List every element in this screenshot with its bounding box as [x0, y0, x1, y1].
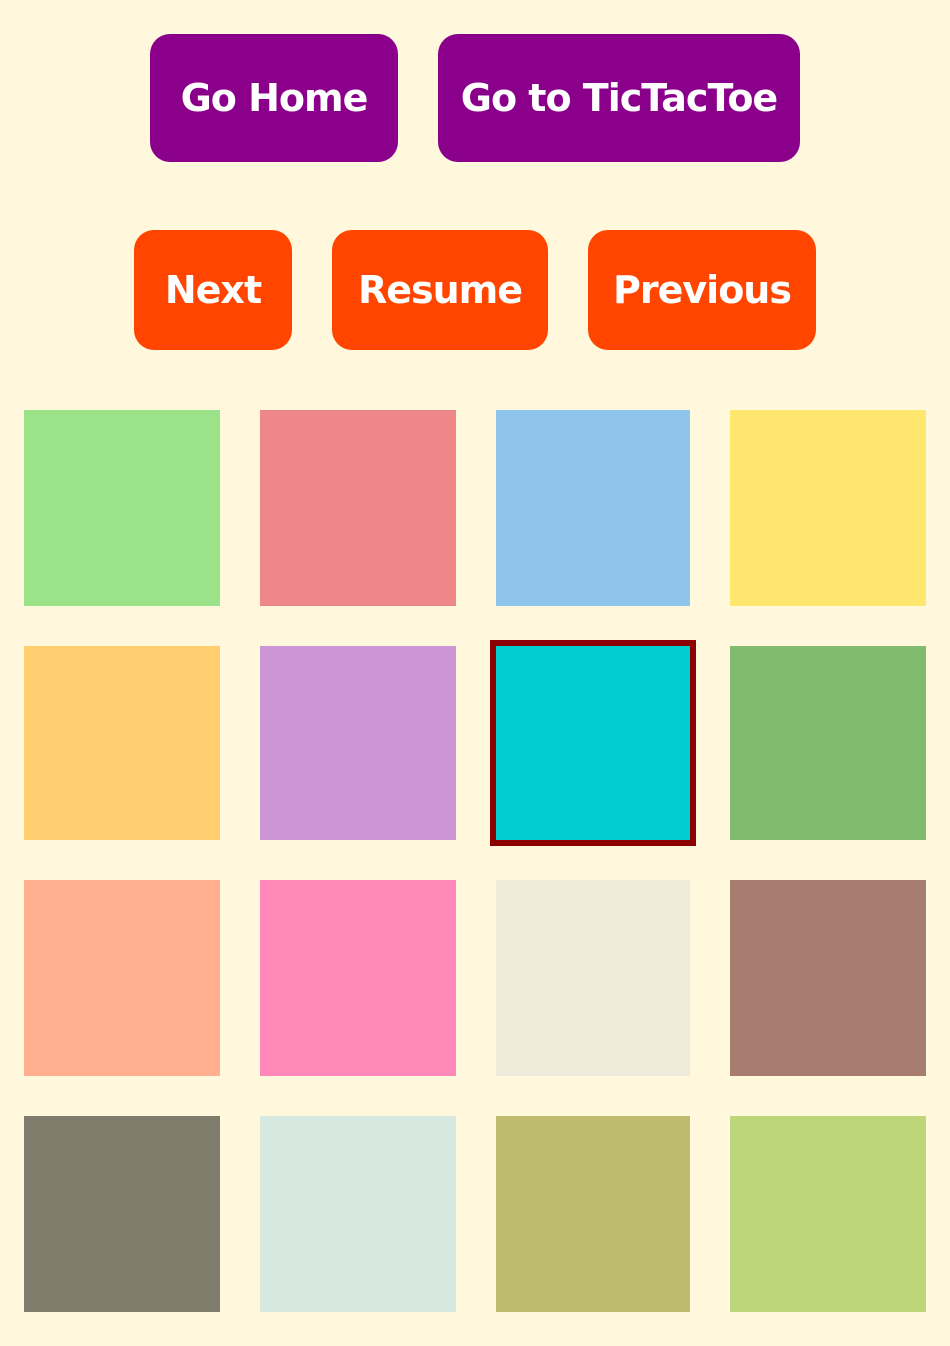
color-tile[interactable]	[730, 410, 926, 606]
go-to-tictactoe-button[interactable]: Go to TicTacToe	[438, 34, 800, 162]
next-button[interactable]: Next	[134, 230, 292, 350]
color-tile-selected[interactable]	[490, 640, 696, 846]
resume-button[interactable]: Resume	[332, 230, 548, 350]
color-tile[interactable]	[730, 1116, 926, 1312]
color-tile[interactable]	[730, 646, 926, 840]
color-tile[interactable]	[24, 410, 220, 606]
color-tile[interactable]	[260, 880, 456, 1076]
color-tile[interactable]	[260, 1116, 456, 1312]
color-tile[interactable]	[496, 880, 690, 1076]
previous-button[interactable]: Previous	[588, 230, 816, 350]
color-tile[interactable]	[260, 410, 456, 606]
color-tile[interactable]	[260, 646, 456, 840]
color-tile[interactable]	[496, 1116, 690, 1312]
color-tile[interactable]	[24, 1116, 220, 1312]
color-tile[interactable]	[496, 410, 690, 606]
go-home-button[interactable]: Go Home	[150, 34, 398, 162]
color-tile[interactable]	[24, 880, 220, 1076]
color-tile[interactable]	[24, 646, 220, 840]
color-tile[interactable]	[730, 880, 926, 1076]
